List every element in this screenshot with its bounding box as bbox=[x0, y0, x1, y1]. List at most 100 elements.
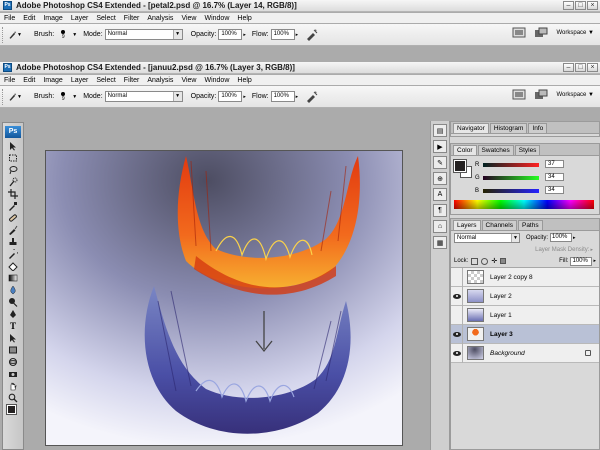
menu-window[interactable]: Window bbox=[200, 15, 233, 22]
color-swatches[interactable] bbox=[4, 404, 22, 420]
brushes-panel-icon[interactable]: ✎ bbox=[433, 156, 447, 169]
stamp-tool[interactable] bbox=[4, 236, 22, 247]
menu-filter[interactable]: Filter bbox=[120, 15, 144, 22]
green-value-input[interactable]: 34 bbox=[545, 173, 564, 181]
menu-view[interactable]: View bbox=[177, 15, 200, 22]
actions-panel-icon[interactable]: ▶ bbox=[433, 140, 447, 153]
dodge-tool[interactable] bbox=[4, 296, 22, 307]
foreground-color-swatch[interactable] bbox=[453, 159, 467, 173]
minimize-button[interactable]: – bbox=[563, 63, 574, 72]
move-tool[interactable] bbox=[4, 140, 22, 151]
lock-transparent-icon[interactable] bbox=[471, 257, 479, 265]
flow-slider-arrow[interactable]: ▸ bbox=[296, 32, 299, 38]
close-button[interactable]: × bbox=[587, 1, 598, 10]
workspace-switcher[interactable]: Workspace ▼ bbox=[556, 30, 594, 36]
menu-select[interactable]: Select bbox=[92, 77, 119, 84]
character-panel-icon[interactable]: A bbox=[433, 188, 447, 201]
menu-file[interactable]: File bbox=[0, 77, 19, 84]
flow-slider-arrow[interactable]: ▸ bbox=[296, 94, 299, 100]
lock-all-icon[interactable] bbox=[500, 258, 507, 264]
opacity-slider-arrow[interactable]: ▸ bbox=[243, 32, 246, 38]
bridge-icon[interactable] bbox=[512, 27, 526, 38]
foreground-color-swatch[interactable] bbox=[6, 404, 17, 415]
menu-image[interactable]: Image bbox=[39, 77, 66, 84]
opacity-input[interactable]: 100% bbox=[218, 91, 243, 102]
document-canvas[interactable] bbox=[45, 150, 403, 446]
menu-layer[interactable]: Layer bbox=[67, 77, 93, 84]
maximize-button[interactable]: □ bbox=[575, 63, 586, 72]
lock-position-icon[interactable]: ✛ bbox=[491, 257, 497, 265]
tool-presets-panel-icon[interactable]: ⌂ bbox=[433, 220, 447, 233]
healing-tool[interactable] bbox=[4, 212, 22, 223]
tab-color[interactable]: Color bbox=[453, 145, 477, 155]
close-button[interactable]: × bbox=[587, 63, 598, 72]
blue-value-input[interactable]: 34 bbox=[545, 186, 564, 194]
tab-channels[interactable]: Channels bbox=[481, 220, 517, 230]
menu-edit[interactable]: Edit bbox=[19, 15, 39, 22]
mode-select[interactable]: Normal ▼ bbox=[104, 29, 183, 40]
blur-tool[interactable] bbox=[4, 284, 22, 295]
brush-preview[interactable]: 9 bbox=[56, 27, 70, 43]
type-tool[interactable]: T bbox=[4, 320, 22, 331]
airbrush-icon[interactable] bbox=[304, 28, 318, 42]
crop-tool[interactable] bbox=[4, 188, 22, 199]
menu-help[interactable]: Help bbox=[233, 77, 255, 84]
blue-slider[interactable] bbox=[483, 188, 539, 193]
options-grip[interactable] bbox=[2, 26, 5, 43]
menu-layer[interactable]: Layer bbox=[67, 15, 93, 22]
tab-paths[interactable]: Paths bbox=[517, 220, 543, 230]
arrange-documents-icon[interactable] bbox=[534, 27, 548, 38]
gradient-tool[interactable] bbox=[4, 272, 22, 283]
adjustments-panel-icon[interactable]: ▦ bbox=[433, 236, 447, 249]
lasso-tool[interactable] bbox=[4, 164, 22, 175]
brush-tool[interactable] bbox=[4, 224, 22, 235]
tab-navigator[interactable]: Navigator bbox=[453, 123, 489, 133]
red-value-input[interactable]: 37 bbox=[545, 160, 564, 168]
airbrush-icon[interactable] bbox=[304, 90, 318, 104]
minimize-button[interactable]: – bbox=[563, 1, 574, 10]
menu-file[interactable]: File bbox=[0, 15, 19, 22]
shape-tool[interactable] bbox=[4, 344, 22, 355]
chevron-down-icon[interactable]: ▼ bbox=[72, 32, 77, 38]
tool-preset-picker[interactable]: ▼ bbox=[8, 27, 28, 43]
pen-tool[interactable] bbox=[4, 308, 22, 319]
menu-view[interactable]: View bbox=[177, 77, 200, 84]
tab-histogram[interactable]: Histogram bbox=[489, 123, 528, 133]
bridge-icon[interactable] bbox=[512, 89, 526, 100]
menu-window[interactable]: Window bbox=[200, 77, 233, 84]
paragraph-panel-icon[interactable]: ¶ bbox=[433, 204, 447, 217]
brush-preview[interactable]: 9 bbox=[56, 89, 70, 105]
visibility-toggle[interactable] bbox=[451, 305, 463, 325]
visibility-toggle[interactable] bbox=[451, 324, 463, 344]
flow-input[interactable]: 100% bbox=[270, 91, 295, 102]
menu-filter[interactable]: Filter bbox=[120, 77, 144, 84]
clone-source-panel-icon[interactable]: ⊕ bbox=[433, 172, 447, 185]
green-slider[interactable] bbox=[483, 175, 539, 180]
marquee-tool[interactable] bbox=[4, 152, 22, 163]
layer-opacity-arrow[interactable]: ▸ bbox=[573, 235, 576, 241]
3d-tool[interactable] bbox=[4, 356, 22, 367]
blend-mode-select[interactable]: Normal ▼ bbox=[454, 232, 520, 243]
flow-input[interactable]: 100% bbox=[270, 29, 295, 40]
visibility-toggle[interactable] bbox=[451, 267, 463, 287]
tab-styles[interactable]: Styles bbox=[514, 145, 541, 155]
eraser-tool[interactable] bbox=[4, 260, 22, 271]
tab-swatches[interactable]: Swatches bbox=[477, 145, 514, 155]
layer-row-layer-2-copy-8[interactable]: Layer 2 copy 8 bbox=[451, 267, 599, 287]
menu-analysis[interactable]: Analysis bbox=[143, 15, 177, 22]
visibility-toggle[interactable] bbox=[451, 286, 463, 306]
lock-image-icon[interactable] bbox=[481, 257, 489, 265]
opacity-input[interactable]: 100% bbox=[218, 29, 243, 40]
zoom-tool[interactable] bbox=[4, 392, 22, 403]
eyedropper-tool[interactable] bbox=[4, 200, 22, 211]
tab-layers[interactable]: Layers bbox=[453, 220, 481, 230]
tool-preset-picker[interactable]: ▼ bbox=[8, 89, 28, 105]
menu-help[interactable]: Help bbox=[233, 15, 255, 22]
layer-row-layer-1[interactable]: Layer 1 bbox=[451, 305, 599, 325]
history-panel-icon[interactable]: ▤ bbox=[433, 124, 447, 137]
red-slider[interactable] bbox=[483, 162, 539, 167]
menu-image[interactable]: Image bbox=[39, 15, 66, 22]
layer-opacity-input[interactable]: 100% bbox=[550, 233, 573, 242]
options-grip[interactable] bbox=[2, 88, 5, 105]
maximize-button[interactable]: □ bbox=[575, 1, 586, 10]
